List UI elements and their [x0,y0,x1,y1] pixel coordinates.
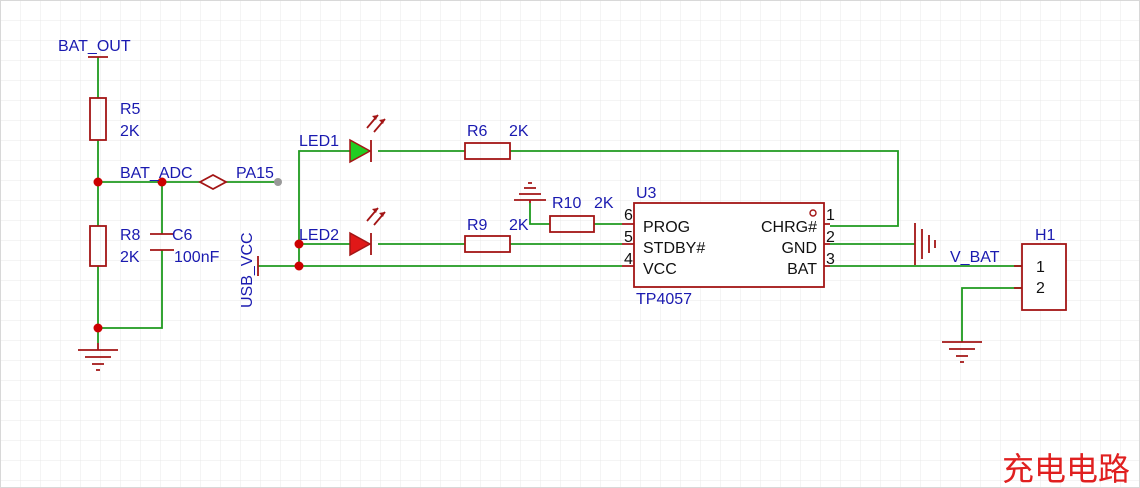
junction-dot [93,323,103,333]
r9-value: 2K [509,217,529,234]
h1-ref: H1 [1035,227,1056,244]
r5-value: 2K [120,123,140,140]
h1-body [1021,243,1067,311]
r6-value: 2K [509,123,529,140]
net-label-bat-adc: BAT_ADC [120,165,193,182]
connector-h1[interactable] [1014,243,1067,311]
net-label-pa15: PA15 [236,165,274,182]
junction-dot [294,261,304,271]
net-label-bat-out: BAT_OUT [58,38,131,55]
c6-ref: C6 [172,227,193,244]
r8-value: 2K [120,249,140,266]
led1-ref: LED1 [299,133,339,150]
h1-pin2: 2 [1036,280,1045,297]
r8-ref: R8 [120,227,141,244]
r5-ref: R5 [120,101,141,118]
ic-pin-name-chrg: CHRG# [761,219,817,236]
r6-ref: R6 [467,123,488,140]
r10-value: 2K [594,195,614,212]
net-label-v-bat: V_BAT [950,249,1000,266]
r10-ref: R10 [552,195,581,212]
ic-pin-num-5: 5 [624,229,633,246]
net-label-usb-vcc: USB_VCC [239,232,256,308]
ic-pin-name-vcc: VCC [643,261,677,278]
ic-pin-num-6: 6 [624,207,633,224]
ic-ref: U3 [636,185,657,202]
r9-ref: R9 [467,217,488,234]
h1-pin1: 1 [1036,259,1045,276]
c6-value: 100nF [174,249,220,266]
sheet-title: 充电电路 [1002,451,1130,487]
ic-pin-name-stdby: STDBY# [643,240,705,257]
ic-pin-name-bat: BAT [787,261,817,278]
pa15-port[interactable] [274,178,282,186]
schematic-canvas: BAT_OUT R5 2K BAT_ADC PA15 R8 2K C6 100n… [0,0,1140,488]
ic-pin-num-4: 4 [624,251,633,268]
ic-pin-num-1: 1 [826,207,835,224]
junction-dot [93,177,103,187]
ic-pin-num-3: 3 [826,251,835,268]
ic-pin-name-gnd: GND [781,240,817,257]
ic-part: TP4057 [636,291,692,308]
ic-pin-name-prog: PROG [643,219,690,236]
ic-pin-num-2: 2 [826,229,835,246]
led2-ref: LED2 [299,227,339,244]
